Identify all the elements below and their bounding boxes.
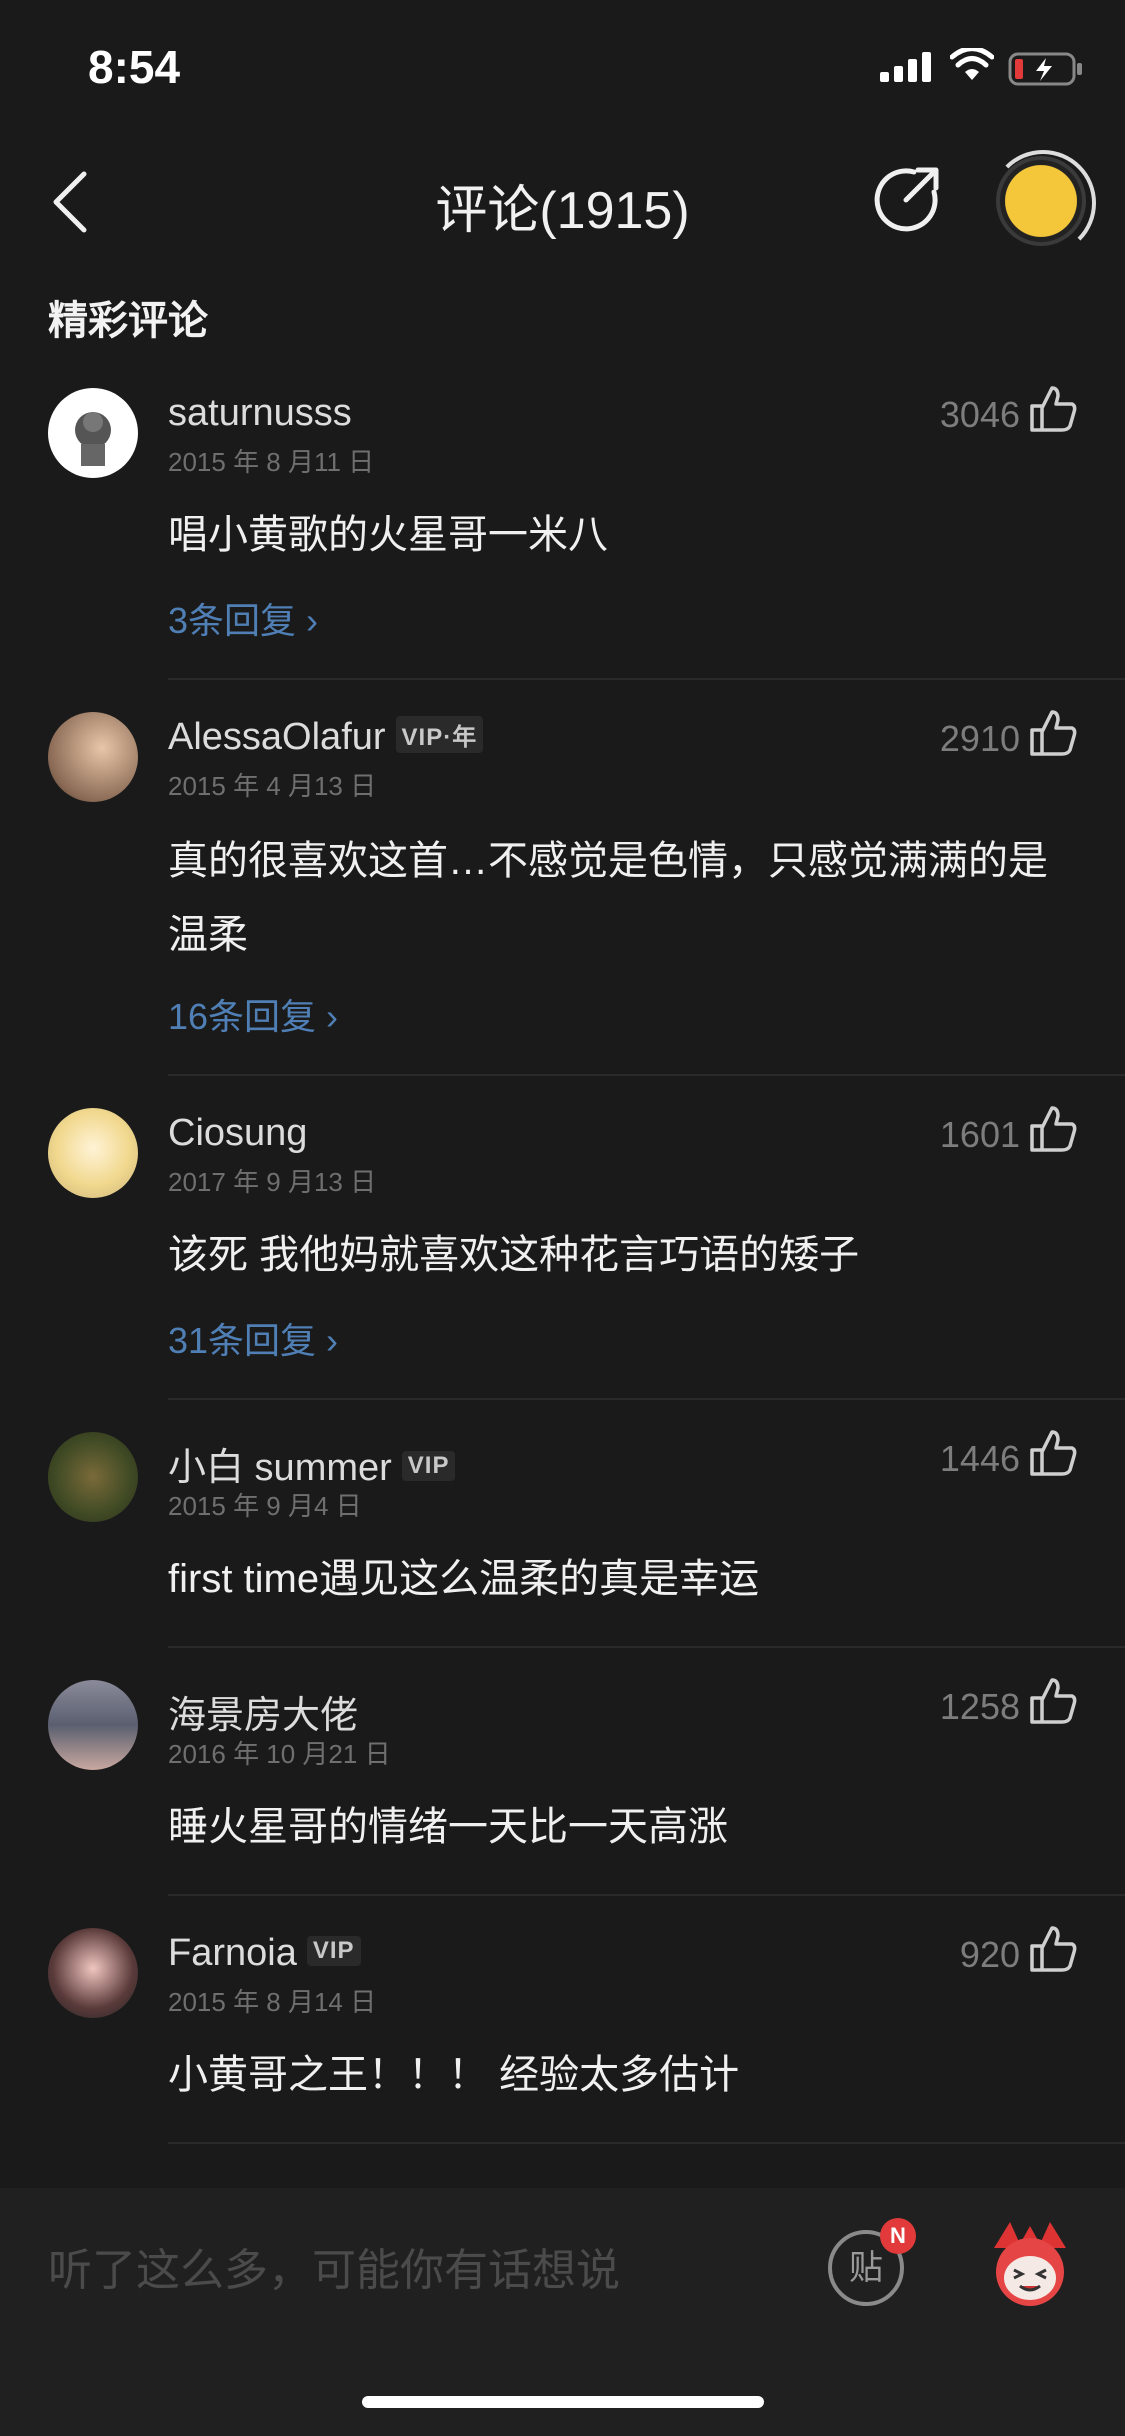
username-label: 小白 summer (168, 1447, 392, 1489)
like-count: 1446 (939, 1438, 1020, 1479)
replies-link[interactable]: 31条回复 › (168, 1312, 338, 1364)
replies-link[interactable]: 16条回复 › (168, 988, 338, 1040)
username-label: AlessaOlafur (168, 716, 386, 758)
avatar[interactable] (48, 1680, 138, 1770)
comment-text: 该死 我他妈就喜欢这种花言巧语的矮子 (168, 1233, 860, 1277)
comment-item: Farnoia VIP 2015 年 8 月14 日 920 小黄哥之王！！！ 经… (0, 1924, 1125, 2144)
battery-icon (1008, 52, 1082, 86)
username[interactable]: Farnoia VIP (168, 1932, 361, 1975)
avatar[interactable] (48, 388, 138, 478)
comment-date: 2016 年 10 月21 日 (168, 1739, 391, 1769)
like-count: 3046 (939, 394, 1020, 435)
replies-link[interactable]: 3条回复 › (168, 592, 318, 644)
username[interactable]: AlessaOlafur VIP·年 (168, 716, 484, 759)
comment-item: saturnusss 2015 年 8 月11 日 3046 唱小黄歌的火星哥一… (0, 384, 1125, 680)
avatar[interactable] (48, 1108, 138, 1198)
vip-badge: VIP·年 (395, 716, 484, 754)
comment-item: AlessaOlafur VIP·年 2015 年 4 月13 日 2910 真的… (0, 708, 1125, 1078)
comment-text: 唱小黄歌的火星哥一米八 (168, 513, 608, 557)
vip-badge: VIP (401, 1450, 456, 1481)
like-count: 2910 (939, 718, 1020, 759)
divider (168, 1074, 1125, 1076)
comment-text: first time遇见这么温柔的真是幸运 (168, 1557, 760, 1601)
like-count: 1258 (939, 1686, 1020, 1727)
nav-bar: 评论(1915) (0, 140, 1125, 260)
like-count: 920 (959, 1934, 1020, 1975)
avatar[interactable] (48, 1928, 138, 2018)
emoji-mascot-icon[interactable] (980, 2218, 1080, 2308)
divider (168, 1646, 1125, 1648)
divider (168, 678, 1125, 680)
share-icon[interactable] (872, 164, 942, 234)
comment-date: 2015 年 4 月13 日 (168, 771, 377, 801)
comment-date: 2015 年 8 月11 日 (168, 447, 375, 477)
section-title: 精彩评论 (48, 299, 208, 343)
thumb-up-icon[interactable] (1028, 1676, 1078, 1726)
vip-badge: VIP (306, 1935, 361, 1966)
username[interactable]: saturnusss (168, 392, 352, 435)
signal-icon (880, 52, 931, 82)
page-title: 评论(1915) (435, 182, 690, 240)
notification-badge: N (880, 2218, 916, 2254)
comment-date: 2017 年 9 月13 日 (168, 1167, 377, 1197)
comment-date: 2015 年 8 月14 日 (168, 1987, 377, 2017)
thumb-up-icon[interactable] (1028, 708, 1078, 758)
comment-date: 2015 年 9 月4 日 (168, 1491, 362, 1521)
comment-text: 小黄哥之王！！！ 经验太多估计 (168, 2053, 740, 2097)
username-label: Farnoia (168, 1932, 297, 1974)
like-count: 1601 (939, 1114, 1020, 1155)
comment-item: Ciosung 2017 年 9 月13 日 1601 该死 我他妈就喜欢这种花… (0, 1104, 1125, 1400)
status-time: 8:54 (88, 41, 181, 93)
username[interactable]: 小白 summer VIP (168, 1436, 456, 1491)
comment-item: 小白 summer VIP 2015 年 9 月4 日 1446 first ti… (0, 1428, 1125, 1648)
username[interactable]: 海景房大佬 (168, 1684, 358, 1739)
comment-item: 海景房大佬 2016 年 10 月21 日 1258 睡火星哥的情绪一天比一天高… (0, 1676, 1125, 1896)
thumb-up-icon[interactable] (1028, 384, 1078, 434)
avatar[interactable] (48, 712, 138, 802)
username[interactable]: Ciosung (168, 1112, 307, 1155)
divider (168, 1894, 1125, 1896)
thumb-up-icon[interactable] (1028, 1924, 1078, 1974)
comment-input[interactable]: 听了这么多，可能你有话想说 (48, 2234, 620, 2298)
thumb-up-icon[interactable] (1028, 1428, 1078, 1478)
divider (168, 2142, 1125, 2144)
thumb-up-icon[interactable] (1028, 1104, 1078, 1154)
comment-text: 睡火星哥的情绪一天比一天高涨 (168, 1805, 728, 1849)
wifi-icon (950, 48, 994, 80)
now-playing-disc[interactable] (990, 150, 1096, 256)
status-bar: 8:54 (0, 0, 1125, 130)
divider (168, 1398, 1125, 1400)
home-indicator[interactable] (362, 2396, 764, 2408)
avatar[interactable] (48, 1432, 138, 1522)
comment-text: 真的很喜欢这首…不感觉是色情，只感觉满满的是温柔 (168, 839, 1048, 957)
